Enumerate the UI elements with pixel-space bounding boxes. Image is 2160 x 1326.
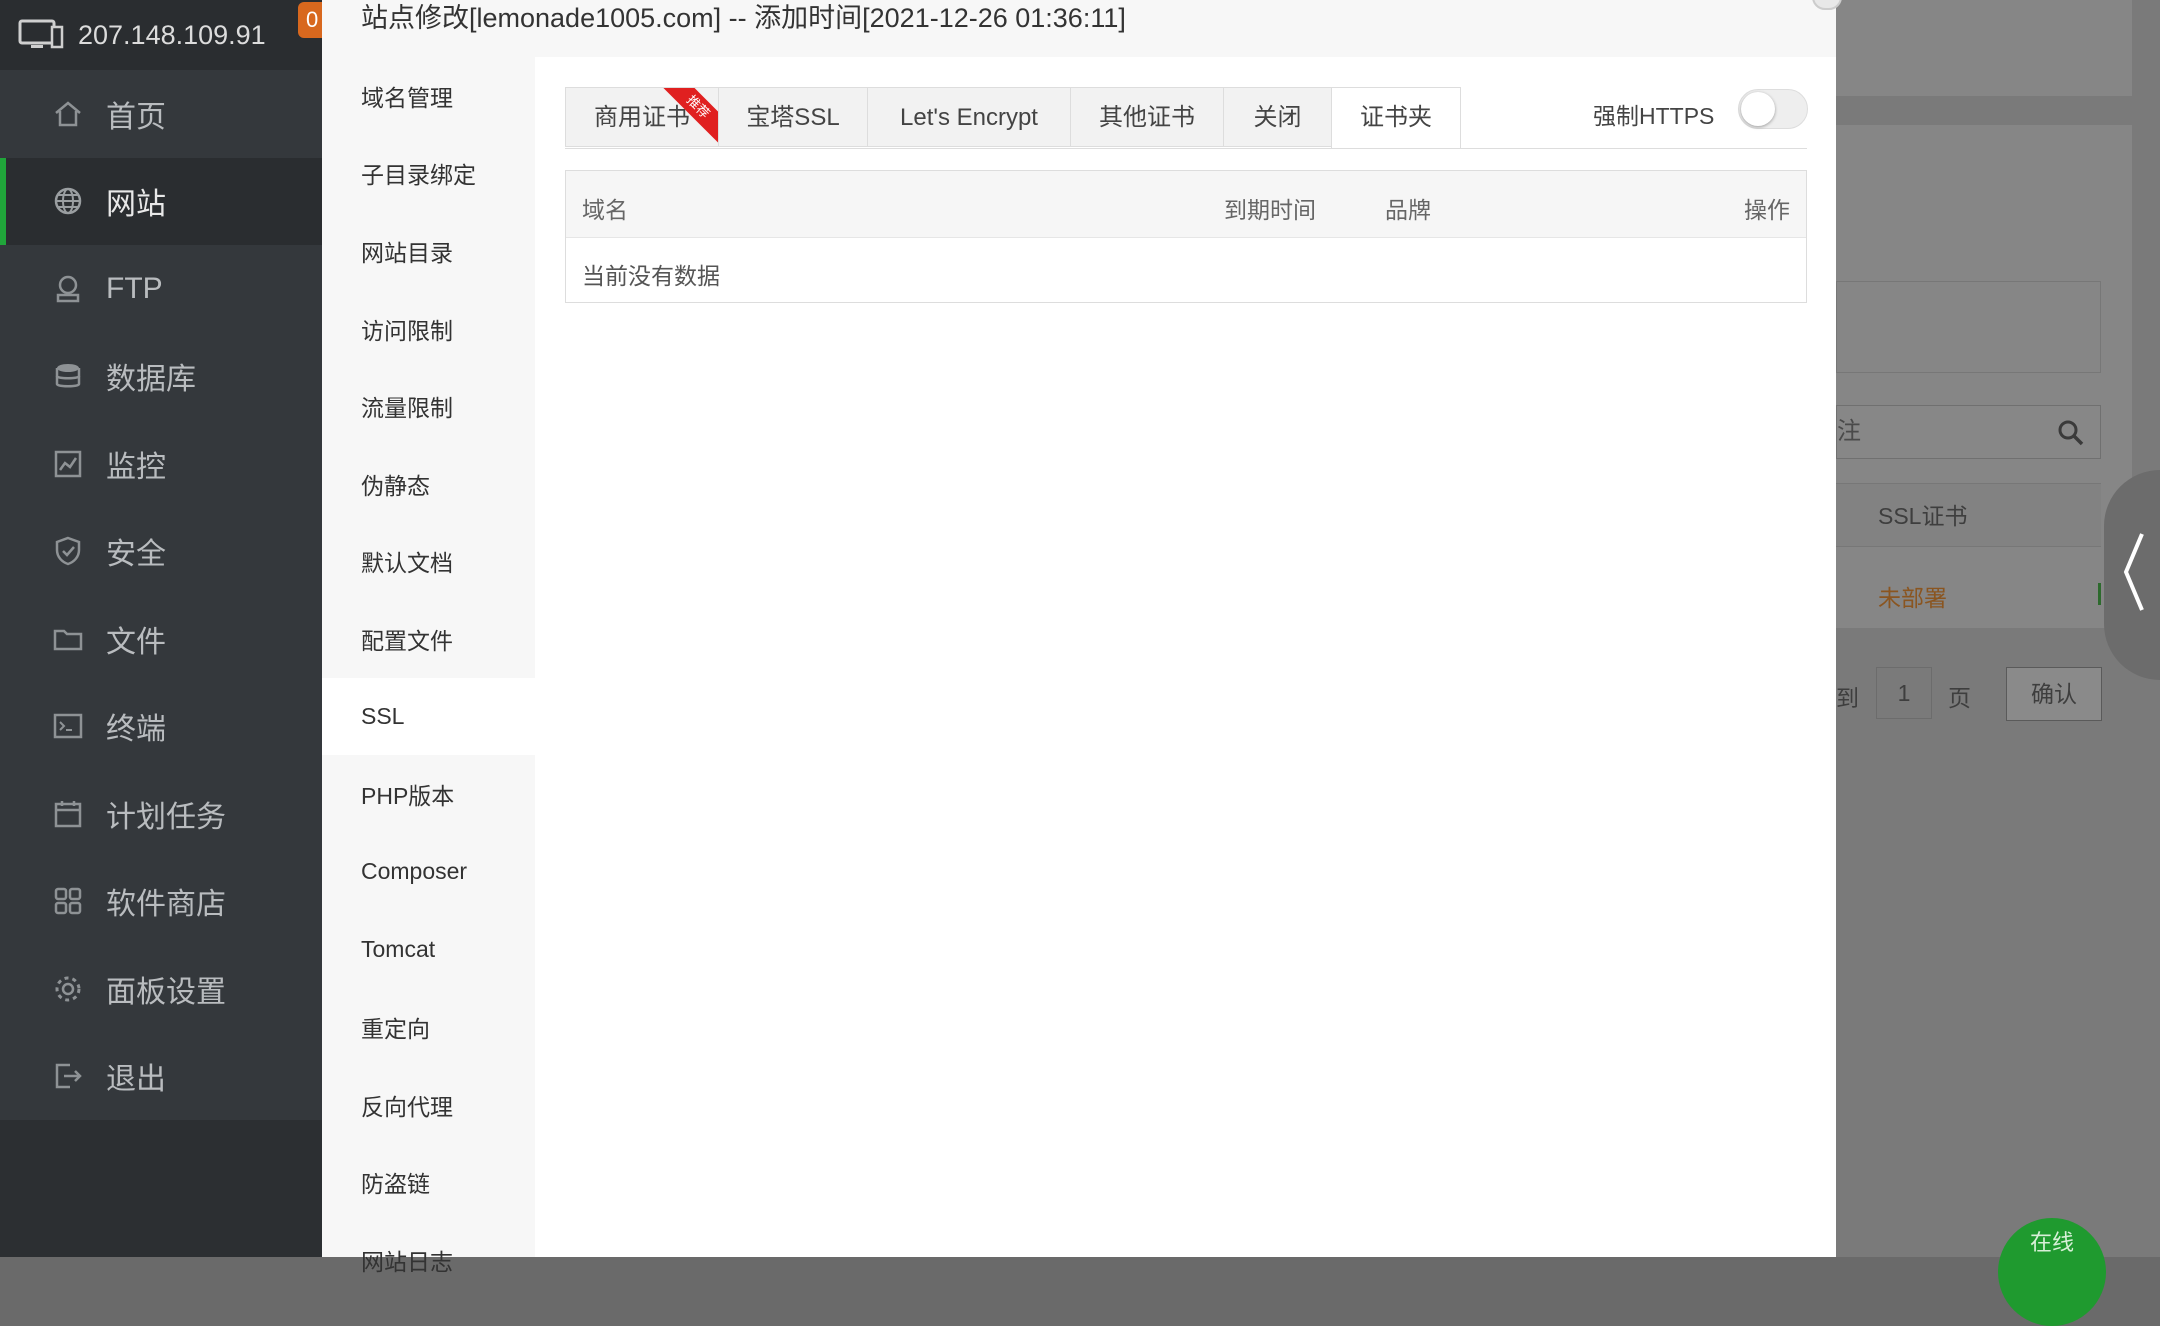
folder-icon xyxy=(52,623,84,655)
chevron-left-icon xyxy=(2123,533,2144,611)
menu-item-composer[interactable]: Composer xyxy=(322,833,535,911)
background-card: 注 SSL证书 未部署 到 1 页 确认 xyxy=(1836,125,2132,721)
tab-other-cert[interactable]: 其他证书 xyxy=(1070,87,1223,147)
menu-item-reverse-proxy[interactable]: 反向代理 xyxy=(322,1066,535,1144)
page-confirm-button[interactable]: 确认 xyxy=(2006,667,2102,721)
column-actions: 操作 xyxy=(1744,197,1790,223)
toggle-knob xyxy=(1741,92,1775,126)
table-header: 域名 到期时间 品牌 操作 xyxy=(566,171,1806,238)
sidebar-item-terminal[interactable]: 终端 xyxy=(0,683,322,771)
menu-item-default-doc[interactable]: 默认文档 xyxy=(322,523,535,601)
tab-close[interactable]: 关闭 xyxy=(1223,87,1331,147)
ssl-status-link[interactable]: 未部署 xyxy=(1878,579,1947,613)
site-edit-modal: 站点修改[lemonade1005.com] -- 添加时间[2021-12-2… xyxy=(322,0,1836,1275)
menu-item-hotlink[interactable]: 防盗链 xyxy=(322,1143,535,1221)
menu-item-rewrite[interactable]: 伪静态 xyxy=(322,445,535,523)
terminal-icon xyxy=(52,710,84,742)
page-suffix: 页 xyxy=(1948,685,1971,711)
sidebar-item-settings[interactable]: 面板设置 xyxy=(0,945,322,1033)
sidebar-item-website[interactable]: 网站 xyxy=(0,157,322,245)
sidebar-item-label: 数据库 xyxy=(106,363,196,397)
calendar-icon xyxy=(52,798,84,830)
page-number-input[interactable]: 1 xyxy=(1876,667,1932,719)
menu-item-site-dir[interactable]: 网站目录 xyxy=(322,212,535,290)
sidebar-menu: 首页 网站 FTP 数据库 监控 安全 文件 终端 计划任务 软件商店 面板设置… xyxy=(0,70,322,1120)
goto-label: 到 xyxy=(1836,685,1859,711)
server-header: 207.148.109.91 0 xyxy=(0,0,328,70)
menu-item-access-limit[interactable]: 访问限制 xyxy=(322,290,535,368)
tab-label: 商用证书 xyxy=(594,104,690,131)
force-https-label: 强制HTTPS xyxy=(1593,103,1715,129)
sidebar-item-monitor[interactable]: 监控 xyxy=(0,420,322,508)
main-sidebar: 207.148.109.91 0 首页 网站 FTP 数据库 监控 安全 文件 … xyxy=(0,0,328,1257)
sidebar-item-label: 终端 xyxy=(106,713,166,747)
monitor-icon xyxy=(18,19,64,49)
menu-item-subdir[interactable]: 子目录绑定 xyxy=(322,135,535,213)
sidebar-item-security[interactable]: 安全 xyxy=(0,508,322,596)
sidebar-item-database[interactable]: 数据库 xyxy=(0,333,322,421)
tab-bt-ssl[interactable]: 宝塔SSL xyxy=(718,87,867,147)
server-ip: 207.148.109.91 xyxy=(78,19,266,50)
sidebar-item-label: 首页 xyxy=(106,100,166,134)
sidebar-item-label: 安全 xyxy=(106,538,166,572)
sidebar-item-label: 监控 xyxy=(106,450,166,484)
background-box xyxy=(1836,281,2101,373)
sidebar-item-label: 软件商店 xyxy=(106,888,226,922)
grid-icon xyxy=(52,885,84,917)
modal-side-menu: 域名管理 子目录绑定 网站目录 访问限制 流量限制 伪静态 默认文档 配置文件 … xyxy=(322,57,535,1275)
empty-text: 当前没有数据 xyxy=(582,263,720,289)
ftp-icon xyxy=(52,273,84,305)
column-domain: 域名 xyxy=(582,197,628,223)
monitor-chart-icon xyxy=(52,448,84,480)
globe-icon xyxy=(52,185,84,217)
ssl-column-header: SSL证书 xyxy=(1836,483,2101,547)
menu-item-config-file[interactable]: 配置文件 xyxy=(322,600,535,678)
force-https-toggle[interactable] xyxy=(1738,89,1808,129)
menu-item-site-log[interactable]: 网站日志 xyxy=(322,1221,535,1299)
modal-title: 站点修改[lemonade1005.com] -- 添加时间[2021-12-2… xyxy=(322,0,1836,57)
column-expiry: 到期时间 xyxy=(1224,197,1316,223)
search-icon[interactable] xyxy=(2056,418,2086,448)
tab-cert-folder[interactable]: 证书夹 xyxy=(1331,87,1461,148)
gear-icon xyxy=(52,973,84,1005)
sidebar-item-label: 计划任务 xyxy=(106,800,226,834)
table-empty-row: 当前没有数据 xyxy=(566,238,1806,302)
menu-item-domain[interactable]: 域名管理 xyxy=(322,57,535,135)
menu-item-tomcat[interactable]: Tomcat xyxy=(322,911,535,989)
sidebar-item-label: 网站 xyxy=(106,188,166,222)
sidebar-item-ftp[interactable]: FTP xyxy=(0,245,322,333)
sidebar-item-files[interactable]: 文件 xyxy=(0,595,322,683)
side-drawer-handle[interactable] xyxy=(2104,470,2160,680)
sidebar-item-home[interactable]: 首页 xyxy=(0,70,322,158)
database-icon xyxy=(52,360,84,392)
menu-item-php-version[interactable]: PHP版本 xyxy=(322,755,535,833)
logout-icon xyxy=(52,1060,84,1092)
search-placeholder: 注 xyxy=(1837,418,1861,445)
sidebar-item-label: 文件 xyxy=(106,625,166,659)
online-service-button[interactable]: 在线 xyxy=(1998,1218,2106,1326)
sidebar-item-cron[interactable]: 计划任务 xyxy=(0,770,322,858)
menu-item-redirect[interactable]: 重定向 xyxy=(322,988,535,1066)
sidebar-item-logout[interactable]: 退出 xyxy=(0,1033,322,1121)
sidebar-item-store[interactable]: 软件商店 xyxy=(0,858,322,946)
sidebar-item-label: FTP xyxy=(106,271,163,305)
ssl-panel: 商用证书 推荐 宝塔SSL Let's Encrypt 其他证书 关闭 证书夹 … xyxy=(535,57,1836,1257)
tab-commercial-cert[interactable]: 商用证书 推荐 xyxy=(565,87,718,147)
status-indicator xyxy=(2098,583,2101,605)
sidebar-item-label: 退出 xyxy=(106,1063,166,1097)
cert-table: 域名 到期时间 品牌 操作 当前没有数据 xyxy=(565,170,1807,303)
background-card xyxy=(1836,0,2132,96)
shield-icon xyxy=(52,535,84,567)
menu-item-traffic-limit[interactable]: 流量限制 xyxy=(322,367,535,445)
column-brand: 品牌 xyxy=(1385,197,1431,223)
tab-lets-encrypt[interactable]: Let's Encrypt xyxy=(867,87,1070,147)
menu-item-ssl[interactable]: SSL xyxy=(322,677,535,756)
site-search-input[interactable]: 注 xyxy=(1836,405,2101,459)
sidebar-item-label: 面板设置 xyxy=(106,975,226,1009)
home-icon xyxy=(52,98,84,130)
